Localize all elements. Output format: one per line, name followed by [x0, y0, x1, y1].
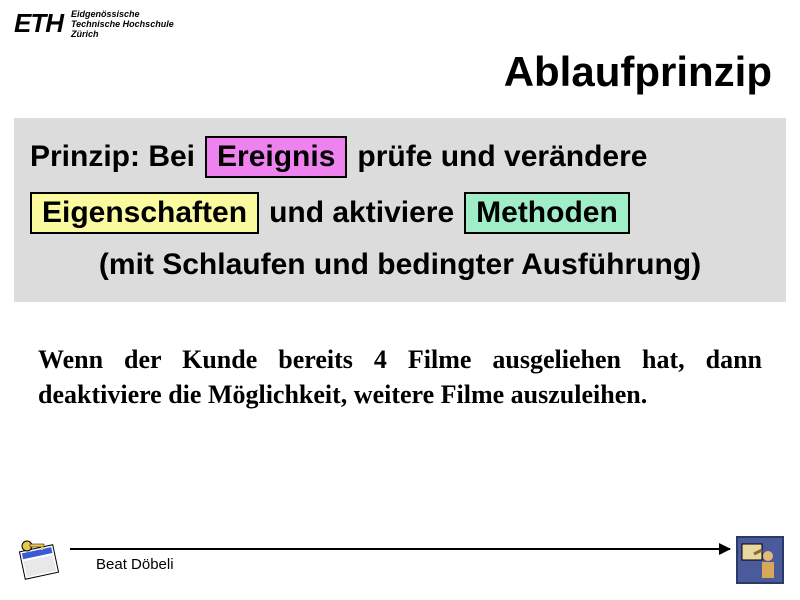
pill-ereignis: Ereignis [205, 136, 347, 178]
footer-center: Beat Döbeli [70, 534, 730, 586]
text-pruefe: prüfe und verändere [357, 140, 647, 174]
eth-logo: ETH Eidgenössische Technische Hochschule… [14, 8, 174, 40]
author-name: Beat Döbeli [70, 550, 730, 573]
logo-subtitle: Eidgenössische Technische Hochschule Zür… [71, 8, 174, 40]
presenter-icon [734, 534, 786, 586]
text-und-aktiviere: und aktiviere [269, 196, 454, 230]
principle-box: Prinzip: Bei Ereignis prüfe und veränder… [14, 118, 786, 302]
principle-line-2: Eigenschaften und aktiviere Methoden [24, 192, 776, 234]
text-schlaufen: (mit Schlaufen und bedingter Ausführung) [99, 248, 701, 282]
arrow-line [70, 548, 730, 550]
pill-eigenschaften: Eigenschaften [30, 192, 259, 234]
principle-line-1: Prinzip: Bei Ereignis prüfe und veränder… [24, 136, 776, 178]
footer: Beat Döbeli [14, 534, 786, 586]
logo-sub-line3: Zürich [71, 30, 174, 40]
pill-methoden: Methoden [464, 192, 630, 234]
principle-line-3: (mit Schlaufen und bedingter Ausführung) [24, 248, 776, 282]
example-text: Wenn der Kunde bereits 4 Filme ausgelieh… [0, 302, 800, 412]
text-prinzip-bei: Prinzip: Bei [30, 140, 195, 174]
header: ETH Eidgenössische Technische Hochschule… [0, 0, 800, 40]
key-document-icon [14, 534, 66, 586]
slide-title: Ablaufprinzip [0, 40, 800, 96]
logo-text: ETH [14, 8, 63, 39]
